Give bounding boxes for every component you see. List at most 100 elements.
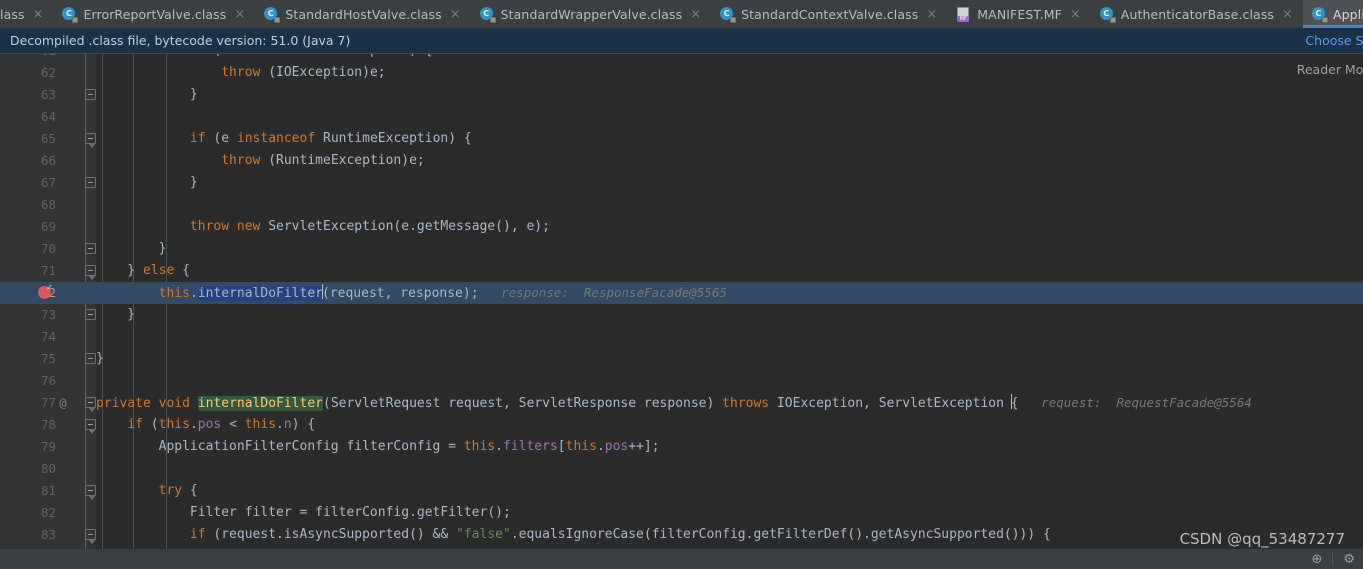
override-marker-icon[interactable]: @	[56, 392, 70, 414]
tab-close-icon[interactable]: ×	[924, 8, 938, 21]
fold-marker-icon[interactable]	[85, 309, 96, 320]
code-token: {	[174, 263, 190, 278]
code-line-75[interactable]: 75}	[0, 348, 1363, 370]
tab-close-icon[interactable]: ×	[31, 8, 45, 21]
class-file-icon: C	[62, 6, 79, 23]
code-token: (IOException)e;	[260, 65, 386, 80]
code-line-70[interactable]: 70 }	[0, 238, 1363, 260]
code-token: (request.isAsyncSupported() &&	[205, 527, 457, 542]
class-file-icon: C	[479, 6, 496, 23]
fold-marker-icon[interactable]	[85, 485, 96, 500]
code-token: this	[565, 439, 597, 454]
line-number: 82	[40, 505, 56, 520]
line-number: 74	[40, 329, 56, 344]
reader-mode-label[interactable]: Reader Mode	[1297, 62, 1363, 77]
editor-tab-standardhostvalve-class[interactable]: C StandardHostValve.class ×	[255, 0, 471, 28]
code-token: filters	[503, 439, 558, 454]
code-editor[interactable]: 61 if (e instanceof IOException) {62 thr…	[0, 54, 1363, 549]
tab-close-icon[interactable]: ×	[688, 8, 702, 21]
fold-marker-icon[interactable]	[85, 397, 96, 412]
fold-marker-icon[interactable]	[85, 89, 96, 100]
code-line-83[interactable]: 83 if (request.isAsyncSupported() && "fa…	[0, 524, 1363, 546]
code-line-73[interactable]: 73 }	[0, 304, 1363, 326]
code-line-78[interactable]: 78 if (this.pos < this.n) {	[0, 414, 1363, 436]
code-text: if (e instanceof RuntimeException) {	[96, 131, 472, 146]
line-number: 64	[40, 109, 56, 124]
tab-close-icon[interactable]: ×	[1068, 8, 1082, 21]
code-token: }	[96, 351, 104, 366]
code-token: }	[96, 307, 136, 322]
code-token: if	[190, 54, 206, 58]
editor-tab-manifest-mf[interactable]: MF MANIFEST.MF ×	[947, 0, 1091, 28]
code-line-67[interactable]: 67 }	[0, 172, 1363, 194]
code-token: instanceof	[236, 131, 316, 146]
code-lines: 61 if (e instanceof IOException) {62 thr…	[0, 54, 1363, 546]
code-line-72[interactable]: 72✓ this.internalDoFilter(request, respo…	[0, 282, 1363, 304]
code-line-80[interactable]: 80	[0, 458, 1363, 480]
line-number: 83	[40, 527, 56, 542]
line-number: 71	[40, 263, 56, 278]
code-text: if (e instanceof IOException) {	[96, 54, 433, 58]
line-number: 75	[40, 351, 56, 366]
code-line-61[interactable]: 61 if (e instanceof IOException) {	[0, 54, 1363, 62]
code-line-69[interactable]: 69 throw new ServletException(e.getMessa…	[0, 216, 1363, 238]
code-token: internalDoFilter	[197, 396, 323, 411]
code-line-77[interactable]: 77 @ private void internalDoFilter(Servlet…	[0, 392, 1363, 414]
code-line-74[interactable]: 74	[0, 326, 1363, 348]
fold-marker-icon[interactable]	[85, 353, 96, 364]
code-line-79[interactable]: 79 ApplicationFilterConfig filterConfig …	[0, 436, 1363, 458]
fold-marker-icon[interactable]	[85, 529, 96, 544]
code-line-68[interactable]: 68	[0, 194, 1363, 216]
code-line-65[interactable]: 65 if (e instanceof RuntimeException) {	[0, 128, 1363, 150]
line-number: 65	[40, 131, 56, 146]
code-text: }	[96, 175, 198, 190]
fold-marker-icon[interactable]	[85, 265, 96, 280]
line-number: 68	[40, 197, 56, 212]
code-token: throws	[722, 396, 770, 411]
class-file-icon: C	[1099, 6, 1116, 23]
settings-gear-icon[interactable]: ⚙	[1343, 553, 1355, 566]
editor-tab-errorreportvalve-class[interactable]: C ErrorReportValve.class ×	[53, 0, 256, 28]
fold-marker-icon[interactable]	[85, 133, 96, 148]
fold-marker-icon[interactable]	[85, 243, 96, 254]
code-line-66[interactable]: 66 throw (RuntimeException)e;	[0, 150, 1363, 172]
breakpoint-icon[interactable]: ✓	[38, 284, 52, 299]
code-token: throw	[221, 65, 261, 80]
line-number: 81	[40, 483, 56, 498]
tab-close-icon[interactable]: ×	[232, 8, 246, 21]
line-number: 73	[40, 307, 56, 322]
code-text: ApplicationFilterConfig filterConfig = t…	[96, 439, 660, 454]
code-text: private void internalDoFilter(ServletReq…	[96, 394, 1252, 411]
line-number: 66	[40, 153, 56, 168]
editor-tab-applicationfilterchain-class[interactable]: CApplicationFilterChain.class×	[1302, 0, 1363, 28]
editor-tab-lass[interactable]: lass ×	[0, 0, 54, 28]
line-number: 62	[40, 65, 56, 80]
fold-marker-icon[interactable]	[85, 419, 96, 434]
tab-label: StandardContextValve.class	[741, 6, 919, 22]
code-line-76[interactable]: 76	[0, 370, 1363, 392]
editor-tab-authenticatorbase-class[interactable]: C AuthenticatorBase.class ×	[1090, 0, 1303, 28]
code-text: throw (IOException)e;	[96, 65, 386, 80]
code-line-71[interactable]: 71 } else {	[0, 260, 1363, 282]
line-number: 61	[0, 54, 56, 62]
code-token: .equalsIgnoreCase(filterConfig.getFilter…	[510, 527, 1051, 542]
fold-marker-icon[interactable]	[85, 177, 96, 188]
cursor-target-icon[interactable]: ⊕	[1311, 553, 1322, 566]
code-line-81[interactable]: 81 try {	[0, 480, 1363, 502]
choose-sources-link[interactable]: Choose Sources	[1305, 33, 1363, 48]
code-text: }	[96, 241, 167, 256]
code-line-63[interactable]: 63 }	[0, 84, 1363, 106]
debugger-inline-hint: request: RequestFacade@5564	[1018, 395, 1252, 410]
editor-tab-standardwrappervalve-class[interactable]: C StandardWrapperValve.class ×	[470, 0, 712, 28]
line-number: 77	[40, 395, 56, 410]
tab-close-icon[interactable]: ×	[1280, 8, 1294, 21]
editor-tab-standardcontextvalve-class[interactable]: C StandardContextValve.class ×	[711, 0, 948, 28]
tab-close-icon[interactable]: ×	[448, 8, 462, 21]
code-line-62[interactable]: 62 throw (IOException)e;	[0, 62, 1363, 84]
code-line-82[interactable]: 82 Filter filter = filterConfig.getFilte…	[0, 502, 1363, 524]
code-line-64[interactable]: 64	[0, 106, 1363, 128]
status-bar-separator	[1332, 553, 1334, 565]
